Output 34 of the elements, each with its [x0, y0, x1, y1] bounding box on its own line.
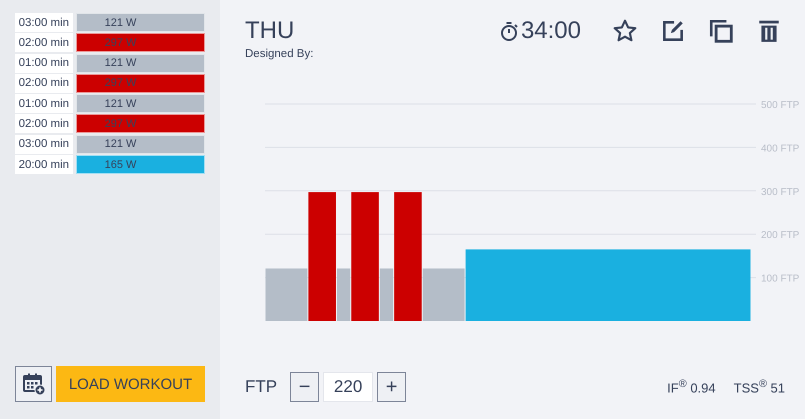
axis-label: 400 FTP: [761, 143, 800, 154]
designer-label: Designed By:: [245, 48, 314, 60]
edit-icon: [660, 18, 686, 44]
axis-label: 200 FTP: [761, 230, 800, 242]
interval-power[interactable]: 165 W: [76, 155, 205, 174]
interval-duration: 20:00 min: [15, 155, 73, 174]
interval-duration: 03:00 min: [15, 134, 73, 154]
interval-power[interactable]: 121 W: [76, 134, 205, 154]
interval-power[interactable]: 121 W: [76, 13, 205, 32]
stat-value: TSS$^{®}$ 51: [734, 378, 785, 396]
axis-label: 500 FTP: [761, 100, 800, 111]
interval-duration: 01:00 min: [15, 54, 73, 73]
workout-duration: 34:00: [520, 17, 581, 45]
interval-duration: 01:00 min: [15, 94, 73, 114]
ftp-label: FTP: [245, 376, 278, 396]
axis-label: 300 FTP: [761, 186, 800, 198]
star-icon: [612, 18, 638, 44]
load-workout-button[interactable]: LOAD WORKOUT: [56, 366, 205, 402]
stat-value: IF$^{®}$ 0.94: [667, 378, 716, 396]
increase-button[interactable]: +: [377, 372, 406, 402]
copy-icon: [708, 18, 734, 44]
interval-duration: 03:00 min: [15, 13, 73, 32]
calendar-add-icon: [22, 372, 46, 396]
interval-power[interactable]: 121 W: [76, 54, 205, 73]
interval-duration: 02:00 min: [15, 74, 73, 93]
axis-label: 100 FTP: [761, 274, 800, 285]
interval-duration: 02:00 min: [15, 33, 73, 52]
decrease-button[interactable]: −: [290, 372, 320, 402]
workout-title: THU: [245, 16, 296, 46]
stopwatch-icon: [500, 21, 518, 41]
calendar-add-button[interactable]: [15, 366, 52, 402]
interval-duration: 02:00 min: [15, 114, 73, 134]
interval-power[interactable]: 121 W: [76, 94, 205, 114]
ftp-input[interactable]: 220: [323, 372, 374, 402]
